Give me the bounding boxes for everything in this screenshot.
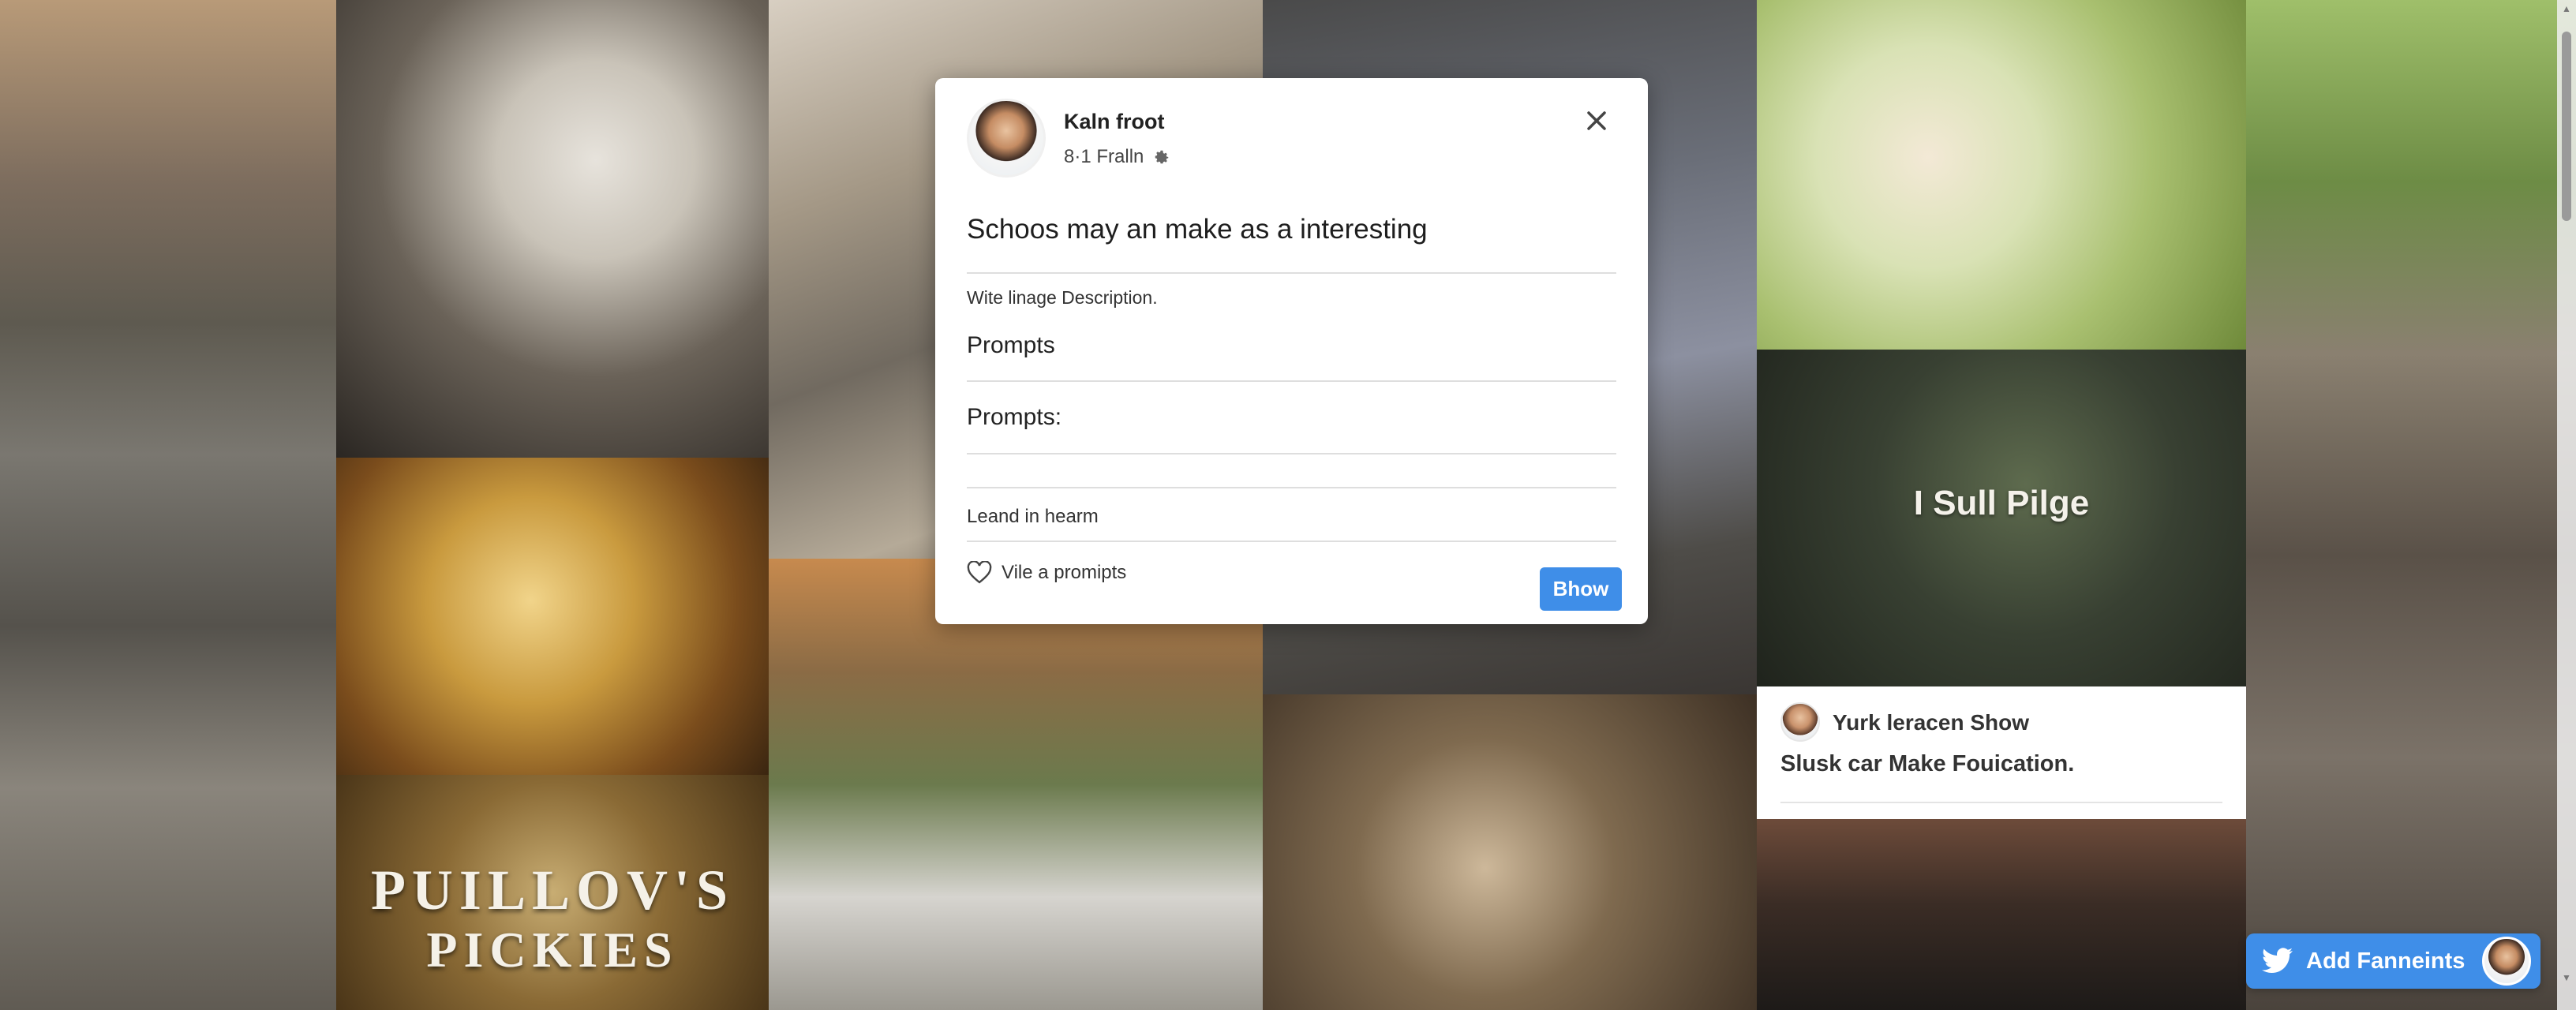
user-meta-text: 8·1 Fralln [1064, 146, 1144, 167]
prompts-field[interactable]: Prompts [967, 332, 1055, 359]
photo-tile-promo[interactable]: I Sull Pilge [1757, 350, 2246, 686]
divider [967, 380, 1616, 382]
show-button[interactable]: Bhow [1540, 567, 1622, 611]
scroll-thumb[interactable] [2562, 32, 2571, 221]
user-meta: 8·1 Fralln [1064, 146, 1170, 168]
user-name[interactable]: Kaln froot [1064, 110, 1165, 134]
prompts-input[interactable]: Prompts: [967, 404, 1061, 431]
avatar[interactable] [967, 99, 1046, 178]
add-fanneints-button[interactable]: Add Fanneints [2246, 933, 2540, 989]
avatar[interactable] [1780, 702, 1820, 742]
scroll-up-icon[interactable]: ▲ [2561, 3, 2572, 14]
divider [967, 272, 1616, 274]
gear-icon[interactable] [1153, 148, 1170, 166]
photo-tile-tree[interactable] [2246, 0, 2576, 1010]
close-icon[interactable] [1582, 107, 1611, 135]
divider [1780, 802, 2222, 803]
bird-icon [2262, 948, 2293, 973]
promo-overlay-text: I Sull Pilge [1913, 484, 2090, 522]
learn-more-link[interactable]: Leand in hearm [967, 506, 1099, 528]
photo-tile-kitchen[interactable] [336, 0, 769, 458]
avatar[interactable] [2482, 937, 2531, 986]
pin-author-name[interactable]: Yurk leracen Show [1833, 710, 2029, 735]
add-fanneints-label: Add Fanneints [2306, 948, 2466, 974]
scroll-down-icon[interactable]: ▼ [2561, 972, 2572, 983]
pin-detail-modal: Kaln froot 8·1 Fralln Schoos may an make… [935, 78, 1648, 624]
pin-subtitle: Slusk car Make Fouication. [1780, 751, 2075, 776]
photo-tile-popcorn[interactable] [336, 458, 769, 775]
photo-tile-rocks[interactable] [0, 0, 336, 1010]
image-description: Wite linage Description. [967, 287, 1158, 308]
pickles-title-line2: PICKIES [426, 922, 679, 978]
like-prompts-label: Vile a promipts [1002, 562, 1127, 583]
photo-tile-pickles[interactable]: PUILLOV'S PICKIES [336, 775, 769, 1010]
photo-tile-market[interactable] [1757, 819, 2246, 1010]
like-prompts-button[interactable]: Vile a promipts [967, 561, 1126, 585]
divider [967, 487, 1616, 488]
photo-tile-table[interactable] [1263, 694, 1757, 1010]
pin-info-card[interactable]: Yurk leracen Show Slusk car Make Fouicat… [1757, 686, 2246, 819]
divider [967, 453, 1616, 454]
pin-title: Schoos may an make as a interesting [967, 214, 1428, 245]
heart-icon[interactable] [967, 561, 992, 585]
divider [967, 541, 1616, 542]
pickles-title-line1: PUILLOV'S [370, 858, 735, 922]
photo-tile-plants[interactable] [769, 559, 1263, 1010]
page-scrollbar[interactable]: ▲ ▼ [2557, 0, 2576, 1010]
photo-tile-hand[interactable] [1757, 0, 2246, 350]
